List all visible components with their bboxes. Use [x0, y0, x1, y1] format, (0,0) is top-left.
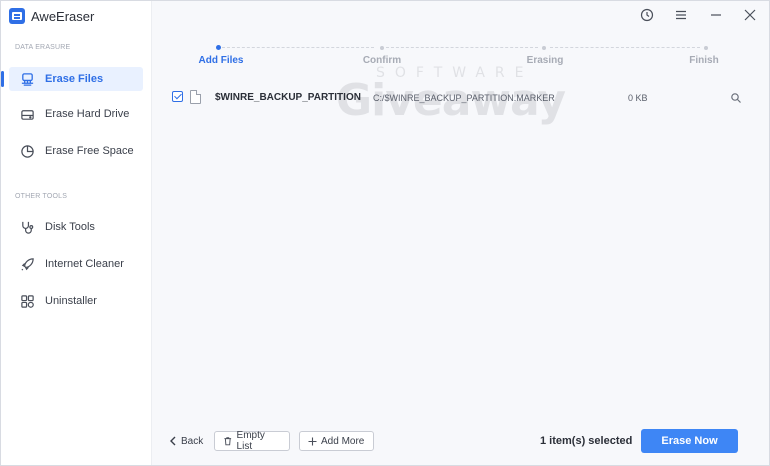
app-window: AweEraser DATA ERASURE Erase Files Erase… [0, 0, 770, 466]
rocket-icon [19, 256, 35, 272]
section-label-other-tools: OTHER TOOLS [15, 193, 68, 200]
minimize-icon [711, 14, 721, 16]
section-label-data-erasure: DATA ERASURE [15, 44, 71, 51]
step-connector [550, 47, 700, 48]
chevron-left-icon [170, 436, 176, 446]
step-dot-add-files [216, 45, 221, 50]
step-label-finish: Finish [689, 55, 719, 66]
sidebar-item-internet-cleaner[interactable]: Internet Cleaner [9, 252, 143, 276]
step-connector [222, 47, 374, 48]
sidebar-item-label: Erase Hard Drive [45, 108, 130, 120]
erase-now-label: Erase Now [661, 435, 718, 447]
add-more-button[interactable]: Add More [299, 431, 374, 451]
step-dot-confirm [380, 46, 384, 50]
menu-icon [676, 10, 686, 20]
stethoscope-icon [19, 219, 35, 235]
menu-button[interactable] [673, 7, 689, 23]
step-label-confirm: Confirm [362, 55, 402, 66]
trash-icon [224, 437, 232, 446]
sidebar-item-erase-files[interactable]: Erase Files [1, 67, 143, 91]
selection-count: 1 item(s) selected [540, 435, 633, 447]
sidebar-item-label: Erase Free Space [45, 145, 134, 157]
app-name: AweEraser [31, 8, 95, 24]
file-path: C:/$WINRE_BACKUP_PARTITION.MARKER [373, 93, 555, 103]
file-row[interactable]: $WINRE_BACKUP_PARTITION.MARKER C:/$WINRE… [166, 87, 756, 109]
pie-chart-icon [19, 143, 35, 159]
step-label-add-files: Add Files [198, 55, 244, 66]
sidebar-item-disk-tools[interactable]: Disk Tools [9, 215, 143, 239]
step-connector [386, 47, 538, 48]
file-size: 0 KB [628, 93, 648, 103]
back-button[interactable]: Back [169, 431, 203, 451]
eraser-icon [19, 71, 35, 87]
sidebar-item-label: Uninstaller [45, 295, 97, 307]
step-dot-finish [704, 46, 708, 50]
step-dot-erasing [542, 46, 546, 50]
file-icon [190, 90, 201, 104]
close-button[interactable] [742, 7, 758, 23]
grid-apps-icon [19, 293, 35, 309]
history-icon [640, 8, 654, 22]
add-more-label: Add More [321, 435, 365, 447]
sidebar-item-erase-free-space[interactable]: Erase Free Space [9, 139, 143, 163]
sidebar-item-uninstaller[interactable]: Uninstaller [9, 289, 143, 313]
app-title-bar: AweEraser [9, 7, 94, 25]
empty-list-label: Empty List [236, 430, 265, 452]
search-icon[interactable] [730, 92, 742, 104]
back-label: Back [181, 435, 204, 447]
close-icon [744, 9, 756, 21]
sidebar-item-label: Erase Files [45, 73, 104, 85]
sidebar-item-erase-hard-drive[interactable]: Erase Hard Drive [9, 102, 143, 126]
minimize-button[interactable] [708, 7, 724, 23]
plus-icon [308, 437, 317, 445]
step-label-erasing: Erasing [526, 55, 564, 66]
history-button[interactable] [639, 7, 655, 23]
file-name: $WINRE_BACKUP_PARTITION.MARKER [215, 92, 361, 103]
sidebar: AweEraser DATA ERASURE Erase Files Erase… [1, 1, 152, 465]
hard-drive-icon [19, 106, 35, 122]
file-checkbox[interactable] [172, 91, 183, 102]
erase-now-button[interactable]: Erase Now [641, 429, 738, 453]
app-logo-icon [9, 8, 25, 24]
empty-list-button[interactable]: Empty List [214, 430, 290, 452]
sidebar-item-label: Disk Tools [45, 221, 95, 233]
progress-steps: Add Files Confirm Erasing Finish [198, 41, 720, 71]
sidebar-item-label: Internet Cleaner [45, 258, 124, 270]
